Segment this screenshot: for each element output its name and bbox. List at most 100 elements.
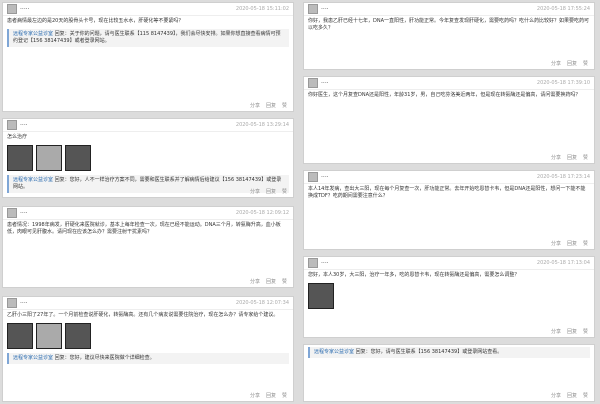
reply-button[interactable]: 回复 <box>266 278 276 285</box>
avatar <box>308 258 318 268</box>
comment-card: ···· 2020-05-18 17:13:04 您好，本人30岁，大三阳，治疗一年… <box>303 256 595 338</box>
reply-button[interactable]: 回复 <box>266 392 276 399</box>
avatar <box>7 298 17 308</box>
share-button[interactable]: 分享 <box>551 392 561 399</box>
share-button[interactable]: 分享 <box>250 102 260 109</box>
share-button[interactable]: 分享 <box>250 392 260 399</box>
reply-box: 远程专家公益诊室 回复：您好，请与医生联系【156 38147439】或登录网站… <box>308 347 590 358</box>
like-button[interactable]: 赞 <box>583 392 588 399</box>
comment-actions: 分享 回复赞 <box>246 187 291 196</box>
comment-actions: 分享 回复赞 <box>547 391 592 400</box>
timestamp: 2020-05-18 17:23:14 <box>536 174 590 180</box>
reply-button[interactable]: 回复 <box>266 102 276 109</box>
comment-header: ···· 2020-05-18 17:13:04 <box>304 257 594 270</box>
comment-text: 你好，我患乙肝已经十七年，DNA一直阳性，肝功能正常。今年复查发现肝硬化，需要吃… <box>308 18 590 31</box>
image-row <box>304 281 594 311</box>
timestamp: 2020-05-18 12:09:12 <box>235 210 289 216</box>
timestamp: 2020-05-18 17:13:04 <box>536 260 590 266</box>
comment-text: 你好医生，这个月复查DNA还是阳性，年龄31岁，男，自己吃芬洛美近两年，但是现在… <box>308 92 581 98</box>
thumbnail-image[interactable] <box>308 283 334 309</box>
like-button[interactable]: 赞 <box>282 188 287 195</box>
comment-header: ····· 2020-05-18 15:11:02 <box>3 3 293 16</box>
reply-author[interactable]: 远程专家公益诊室 <box>13 31 53 37</box>
image-row <box>3 321 293 351</box>
reply-button[interactable]: 回复 <box>567 154 577 161</box>
comment-header: ···· 2020-05-18 17:23:14 <box>304 171 594 184</box>
share-button[interactable]: 分享 <box>250 188 260 195</box>
avatar <box>308 78 318 88</box>
share-button[interactable]: 分享 <box>551 240 561 247</box>
comment-header: ···· 2020-05-18 12:09:12 <box>3 207 293 220</box>
comment-text: 本人14年发病，查出大三阳，现在每个月复查一次，肝功能正常。去年开始吃恩替卡韦，… <box>308 186 586 199</box>
share-button[interactable]: 分享 <box>551 328 561 335</box>
like-button[interactable]: 赞 <box>583 60 588 67</box>
comment-header: ···· 2020-05-18 17:39:10 <box>304 77 594 90</box>
timestamp: 2020-05-18 13:29:14 <box>235 122 289 128</box>
avatar <box>308 172 318 182</box>
username: ···· <box>321 259 329 267</box>
comment-header: ···· 2020-05-18 12:07:34 <box>3 297 293 310</box>
comment-card: ····· 2020-05-18 15:11:02 患者病情最左边的是20天的股骨头… <box>2 2 294 112</box>
reply-button[interactable]: 回复 <box>567 392 577 399</box>
thumbnail-image[interactable] <box>7 145 33 171</box>
avatar <box>7 4 17 14</box>
like-button[interactable]: 赞 <box>282 102 287 109</box>
like-button[interactable]: 赞 <box>583 154 588 161</box>
comment-text: 患者情况：1998年病发，肝硬化来医院就诊，基本上每年检查一次，现在已经不能运动… <box>7 222 281 235</box>
comment-text: 患者病情最左边的是20天的股骨头卡号，现在比较五水水，肝硬化等不要紧吗？ <box>7 18 184 24</box>
comment-card: ···· 2020-05-18 17:39:10 你好医生，这个月复查DNA还是阳性… <box>303 76 595 164</box>
comment-header: ···· 2020-05-18 17:55:24 <box>304 3 594 16</box>
reply-button[interactable]: 回复 <box>567 328 577 335</box>
like-button[interactable]: 赞 <box>583 328 588 335</box>
comment-actions: 分享 回复赞 <box>246 277 291 286</box>
share-button[interactable]: 分享 <box>551 60 561 67</box>
reply-text: 回复：您好，人不一样治疗方案不同，需要和医生联系并了解病情后给建议【156 38… <box>13 177 282 190</box>
comment-text: 您好，本人30岁，大三阳，治疗一年多，吃的恩替卡韦，现在转氨酶还是偏高，需要怎么… <box>308 272 520 278</box>
reply-author[interactable]: 远程专家公益诊室 <box>13 355 53 361</box>
username: ····· <box>20 5 30 13</box>
reply-box: 远程专家公益诊室 回复：您好，建议尽快来医院做个详细检查。 <box>7 353 289 364</box>
comment-header: ···· 2020-05-18 13:29:14 <box>3 119 293 132</box>
comment-card: ···· 2020-05-18 12:07:34 乙肝小三阳了27年了。一个月前检查… <box>2 296 294 402</box>
username: ···· <box>20 209 28 217</box>
like-button[interactable]: 赞 <box>583 240 588 247</box>
thumbnail-image[interactable] <box>7 323 33 349</box>
like-button[interactable]: 赞 <box>282 278 287 285</box>
comment-actions: 分享 回复赞 <box>547 239 592 248</box>
share-button[interactable]: 分享 <box>250 278 260 285</box>
comment-actions: 分享 回复赞 <box>547 153 592 162</box>
reply-text: 回复：您好，建议尽快来医院做个详细检查。 <box>53 355 155 361</box>
thumbnail-image[interactable] <box>65 323 91 349</box>
comment-card: ···· 2020-05-18 13:29:14 怎么治疗 远程专家公益诊室 回复：您… <box>2 118 294 198</box>
avatar <box>7 120 17 130</box>
username: ···· <box>321 173 329 181</box>
comment-actions: 分享 回复赞 <box>547 59 592 68</box>
comment-card: ···· 2020-05-18 17:23:14 本人14年发病，查出大三阳，现在每… <box>303 170 595 250</box>
share-button[interactable]: 分享 <box>551 154 561 161</box>
reply-button[interactable]: 回复 <box>567 240 577 247</box>
thumbnail-image[interactable] <box>36 323 62 349</box>
avatar <box>308 4 318 14</box>
reply-author[interactable]: 远程专家公益诊室 <box>13 177 53 183</box>
reply-text: 回复：关于你的问题，请与医生联系【115 8147439】，我们会尽快安排。如果… <box>13 31 281 44</box>
username: ···· <box>20 299 28 307</box>
reply-author[interactable]: 远程专家公益诊室 <box>314 349 354 355</box>
comment-card: 远程专家公益诊室 回复：您好，请与医生联系【156 38147439】或登录网站… <box>303 344 595 402</box>
thumbnail-image[interactable] <box>65 145 91 171</box>
like-button[interactable]: 赞 <box>282 392 287 399</box>
username: ···· <box>20 121 28 129</box>
comment-actions: 分享 回复赞 <box>246 391 291 400</box>
thumbnail-image[interactable] <box>36 145 62 171</box>
avatar <box>7 208 17 218</box>
comment-text: 乙肝小三阳了27年了。一个月前检查说肝硬化，转氨酶高。还有几个病友说需要住院治疗… <box>7 312 279 318</box>
reply-button[interactable]: 回复 <box>266 188 276 195</box>
username: ···· <box>321 5 329 13</box>
timestamp: 2020-05-18 12:07:34 <box>235 300 289 306</box>
comment-card: ···· 2020-05-18 12:09:12 患者情况：1998年病发，肝硬化来… <box>2 206 294 288</box>
timestamp: 2020-05-18 17:55:24 <box>536 6 590 12</box>
reply-button[interactable]: 回复 <box>567 60 577 67</box>
comment-actions: 分享 回复赞 <box>547 327 592 336</box>
comment-card: ···· 2020-05-18 17:55:24 你好，我患乙肝已经十七年，DNA一… <box>303 2 595 70</box>
image-row <box>3 143 293 173</box>
reply-box: 远程专家公益诊室 回复：关于你的问题，请与医生联系【115 8147439】，我… <box>7 29 289 47</box>
